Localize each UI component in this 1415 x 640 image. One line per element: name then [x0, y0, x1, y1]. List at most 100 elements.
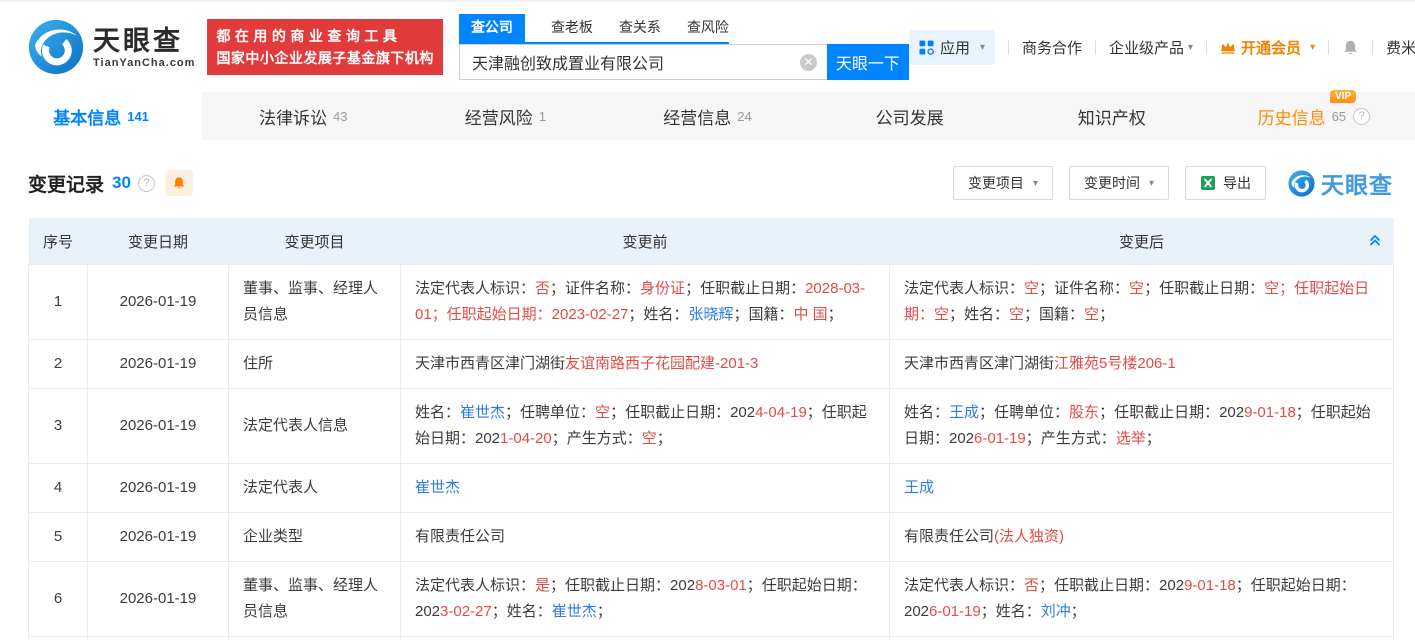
change-item: 企业类型 [229, 513, 401, 562]
tab-company-development[interactable]: 公司发展 [809, 92, 1011, 140]
notifications-button[interactable] [1342, 39, 1359, 56]
entity-link[interactable]: 张晓辉 [688, 306, 733, 323]
tab-basic-info[interactable]: 基本信息 141 [0, 92, 202, 140]
help-question-icon[interactable]: ? [138, 175, 155, 192]
after-cell: 法定代表人标识：空；证件名称：空；任职截止日期：空；任职起始日期：空；姓名：空；… [890, 265, 1394, 340]
business-cooperation-link[interactable]: 商务合作 [1022, 37, 1082, 58]
changed-text: 9-01-18 [1244, 404, 1296, 421]
empty-cell [890, 637, 1394, 640]
divider [1095, 40, 1096, 55]
slogan-banner: 都在用的商业查询工具 国家中小企业发展子基金旗下机构 [207, 19, 443, 75]
col-header-date: 变更日期 [88, 218, 229, 265]
company-detail-tabs: 基本信息 141 法律诉讼 43 经营风险1经营信息24公司发展 知识产权 历史信息 65 VI… [0, 92, 1415, 140]
entity-link[interactable]: 王成 [904, 479, 934, 496]
tianyancha-page: 天眼查 TianYanCha.com 都在用的商业查询工具 国家中小企业发展子基… [0, 0, 1415, 640]
open-vip-button[interactable]: 开通会员 ▾ [1220, 37, 1315, 58]
tab-legal-proceedings[interactable]: 法律诉讼 43 [202, 92, 404, 140]
search-tab-boss[interactable]: 查老板 [551, 14, 593, 42]
cell-text: ；国籍： [733, 306, 793, 323]
tab-label: 法律诉讼 [259, 104, 327, 129]
change-records-table: 序号 变更日期 变更项目 变更前 变更后 12026-01-19董事、监事、经理… [28, 218, 1394, 640]
tab-history-info[interactable]: 历史信息 65 VIP? [1213, 92, 1415, 140]
notification-bell-icon [1342, 39, 1359, 56]
tab-operation-info[interactable]: 经营信息24 [606, 92, 808, 140]
table-header-row: 序号 变更日期 变更项目 变更前 变更后 [29, 218, 1394, 265]
chevron-down-icon: ▾ [1310, 42, 1315, 53]
username: 费米 [1386, 37, 1415, 58]
search-button[interactable]: 天眼一下 [827, 44, 909, 80]
apps-menu-button[interactable]: 应用 ▾ [909, 30, 995, 65]
logo-text: 天眼查 TianYanCha.com [93, 26, 195, 69]
cell-text: 法定代表人标识： [904, 280, 1024, 297]
change-item: 董事、监事、经理人员信息 [229, 265, 401, 340]
before-cell: 法定代表人标识：是；任职截止日期：2028-03-01；任职起始日期：2023-… [401, 562, 890, 637]
tab-operation-risk[interactable]: 经营风险1 [404, 92, 606, 140]
changed-text: 空 [1009, 306, 1024, 323]
help-question-icon[interactable]: ? [1353, 108, 1370, 125]
tab-label: 历史信息 [1258, 104, 1326, 129]
cell-text: ；任聘单位： [979, 404, 1069, 421]
chevron-down-icon: ▾ [1149, 178, 1154, 189]
before-cell: 姓名：崔世杰；任聘单位：空；任职截止日期：2024-04-19；任职起始日期：2… [401, 389, 890, 464]
empty-cell [88, 637, 229, 640]
change-date: 2026-01-19 [88, 464, 229, 513]
tianyancha-swirl-icon [28, 19, 84, 75]
clear-input-icon[interactable]: ✕ [800, 54, 817, 71]
before-cell: 天津市西青区津门湖街友谊南路西子花园配建-201-3 [401, 340, 890, 389]
changed-text: 中 国 [793, 306, 827, 323]
changed-text: 8-03-01 [695, 577, 747, 594]
subscribe-bell-icon [172, 176, 186, 190]
search-tab-risk[interactable]: 查风险 [687, 14, 729, 42]
tab-count: 43 [333, 109, 347, 124]
change-date: 2026-01-19 [88, 265, 229, 340]
open-vip-label: 开通会员 [1241, 37, 1301, 58]
tab-count: 1 [539, 109, 546, 124]
tab-count: 141 [127, 109, 149, 124]
entity-link[interactable]: 王成 [949, 404, 979, 421]
after-cell: 王成 [890, 464, 1394, 513]
section-actions: 变更项目 ▾ 变更时间 ▾ 导出 天眼查 [953, 166, 1393, 200]
tab-count: 65 [1332, 109, 1346, 124]
cell-text: ；任职截止日期：202 [1099, 404, 1244, 421]
cell-text: ；姓名： [981, 603, 1041, 620]
change-time-filter-button[interactable]: 变更时间 ▾ [1069, 166, 1169, 200]
cell-text: ；姓名： [949, 306, 1009, 323]
search-tab-relation[interactable]: 查关系 [619, 14, 661, 42]
change-item-filter-button[interactable]: 变更项目 ▾ [953, 166, 1053, 200]
changed-text: 3-02-27 [440, 603, 492, 620]
tab-label: 基本信息 [53, 104, 121, 129]
search-input[interactable] [460, 52, 794, 72]
changed-text: 空 [1084, 306, 1099, 323]
cell-text: 天津市西青区津门湖街 [415, 355, 565, 372]
cell-text: ；任职截止日期：202 [550, 577, 695, 594]
divider [1328, 40, 1329, 55]
entity-link[interactable]: 刘冲 [1041, 603, 1071, 620]
tianyancha-watermark: 天眼查 [1288, 166, 1393, 200]
search-tab-company[interactable]: 查公司 [459, 14, 525, 42]
change-item: 住所 [229, 340, 401, 389]
vip-crown-icon [1220, 40, 1236, 54]
subscribe-bell-button[interactable] [165, 170, 193, 196]
entity-link[interactable]: 崔世杰 [460, 404, 505, 421]
change-time-filter-label: 变更时间 [1084, 173, 1140, 193]
enterprise-products-link[interactable]: 企业级产品 ▾ [1109, 37, 1193, 58]
changed-text: 9-01-18 [1184, 577, 1236, 594]
vip-badge: VIP [1330, 90, 1356, 103]
col-header-item: 变更项目 [229, 218, 401, 265]
tianyancha-logo[interactable]: 天眼查 TianYanCha.com [28, 19, 195, 75]
entity-link[interactable]: 崔世杰 [415, 479, 460, 496]
change-date: 2026-01-19 [88, 562, 229, 637]
collapse-double-chevron-icon[interactable] [1368, 233, 1382, 247]
table-row: 22026-01-19住所天津市西青区津门湖街友谊南路西子花园配建-201-3天… [29, 340, 1394, 389]
row-number: 2 [29, 340, 88, 389]
user-menu[interactable]: 费米 ▾ [1386, 37, 1415, 58]
changed-text: 否 [535, 280, 550, 297]
tab-intellectual-property[interactable]: 知识产权 [1011, 92, 1213, 140]
cell-text: 姓名： [415, 404, 460, 421]
changed-text: 6-01-19 [929, 603, 981, 620]
entity-link[interactable]: 崔世杰 [552, 603, 597, 620]
tab-label: 知识产权 [1078, 104, 1146, 129]
export-button[interactable]: 导出 [1185, 166, 1266, 200]
search-input-wrap: ✕ [459, 44, 827, 80]
cell-text: ；国籍： [1024, 306, 1084, 323]
